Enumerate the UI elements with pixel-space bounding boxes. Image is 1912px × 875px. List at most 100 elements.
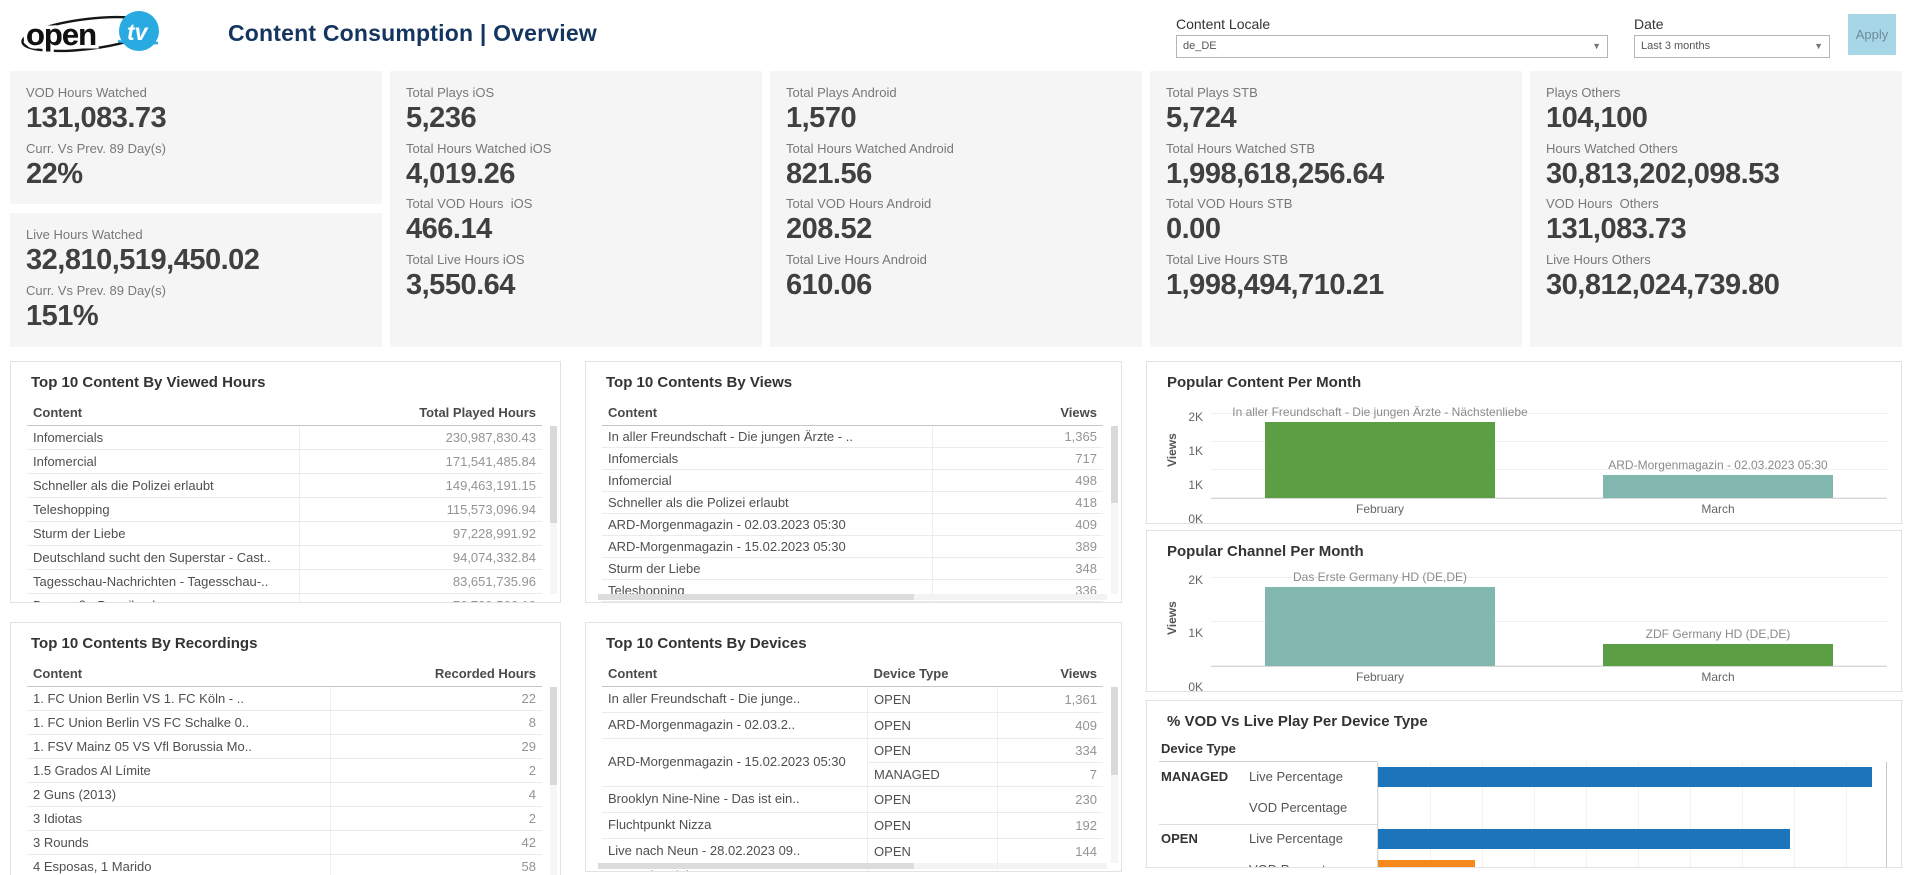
column-header[interactable]: Content bbox=[27, 661, 331, 687]
date-select[interactable]: Last 3 months ▼ bbox=[1634, 35, 1830, 58]
value-cell: 8 bbox=[331, 711, 542, 735]
column-header[interactable]: Views bbox=[933, 400, 1103, 426]
kpi-row: VOD Hours Watched131,083.73Curr. Vs Prev… bbox=[10, 71, 1902, 344]
column-header[interactable]: Recorded Hours bbox=[331, 661, 542, 687]
column-header[interactable]: Total Played Hours bbox=[300, 400, 542, 426]
scrollbar-thumb[interactable] bbox=[598, 863, 914, 869]
kpi-value: 821.56 bbox=[786, 156, 1126, 194]
bar[interactable] bbox=[1378, 767, 1872, 787]
widgets-grid: Top 10 Content By Viewed Hours ContentTo… bbox=[10, 361, 1902, 875]
content-cell: Sturm der Liebe bbox=[27, 522, 300, 546]
value-cell: 498 bbox=[933, 470, 1103, 492]
content-locale-select[interactable]: de_DE ▼ bbox=[1176, 35, 1608, 58]
kpi-label: Plays Others bbox=[1546, 85, 1886, 100]
vertical-scrollbar[interactable] bbox=[1111, 687, 1118, 863]
vertical-scrollbar[interactable] bbox=[550, 426, 557, 594]
kpi-label: Hours Watched Others bbox=[1546, 141, 1886, 156]
date-filter: Date Last 3 months ▼ bbox=[1634, 16, 1830, 58]
bar-area bbox=[1377, 855, 1887, 868]
plot-area: Das Erste Germany HD (DE,DE)ZDF Germany … bbox=[1211, 569, 1887, 687]
value-cell: 230,987,830.43 bbox=[300, 426, 542, 450]
value-cell: 348 bbox=[933, 558, 1103, 580]
widget-title: Top 10 Contents By Devices bbox=[606, 635, 1109, 652]
table-row: Teleshopping115,573,096.94 bbox=[27, 498, 542, 522]
viewed-hours-table: ContentTotal Played HoursInfomercials230… bbox=[27, 400, 542, 603]
content-cell: 4 Esposas, 1 Marido bbox=[27, 855, 331, 875]
apply-button[interactable]: Apply bbox=[1848, 14, 1896, 55]
scrollbar-thumb[interactable] bbox=[550, 687, 557, 785]
kpi-value: 151% bbox=[26, 298, 366, 336]
views-cell: 334 bbox=[998, 738, 1103, 762]
kpi-value: 5,236 bbox=[406, 100, 746, 138]
scrollbar-thumb[interactable] bbox=[1111, 687, 1118, 775]
kpi-label: Curr. Vs Prev. 89 Day(s) bbox=[26, 283, 366, 298]
bar[interactable] bbox=[1265, 422, 1495, 498]
content-cell: 1. FC Union Berlin VS FC Schalke 0.. bbox=[27, 711, 331, 735]
kpi-label: Total Plays Android bbox=[786, 85, 1126, 100]
scrollbar-thumb[interactable] bbox=[550, 426, 557, 523]
value-cell: 42 bbox=[331, 831, 542, 855]
chart-row: VOD Percentage bbox=[1159, 855, 1887, 868]
views-cell: 144 bbox=[998, 838, 1103, 864]
column-header[interactable]: Content bbox=[602, 400, 933, 426]
column-header[interactable]: Content bbox=[602, 661, 868, 687]
value-cell: 389 bbox=[933, 536, 1103, 558]
kpi-label: Live Hours Watched bbox=[26, 227, 366, 242]
panel-vod-vs-live: % VOD Vs Live Play Per Device Type Devic… bbox=[1146, 700, 1902, 868]
hbar-plot: MANAGEDLive PercentageVOD PercentageOPEN… bbox=[1159, 762, 1887, 868]
kpi-value: 22% bbox=[26, 156, 366, 194]
bar[interactable] bbox=[1265, 587, 1495, 666]
bar-slots: Das Erste Germany HD (DE,DE)ZDF Germany … bbox=[1211, 569, 1887, 666]
value-cell: 171,541,485.84 bbox=[300, 450, 542, 474]
svg-text:tv: tv bbox=[127, 19, 149, 45]
value-cell: 1,365 bbox=[933, 426, 1103, 448]
kpi-value: 0.00 bbox=[1166, 211, 1506, 249]
table-row: Infomercial498 bbox=[602, 470, 1103, 492]
x-axis: FebruaryMarch bbox=[1211, 667, 1887, 687]
panel-viewed-hours: Top 10 Content By Viewed Hours ContentTo… bbox=[10, 361, 561, 603]
kpi-card: Live Hours Watched32,810,519,450.02Curr.… bbox=[10, 213, 382, 346]
kpi-value: 1,998,618,256.64 bbox=[1166, 156, 1506, 194]
kpi-value: 131,083.73 bbox=[1546, 211, 1886, 249]
bar[interactable] bbox=[1378, 829, 1790, 849]
widget-title: Top 10 Contents By Recordings bbox=[31, 635, 548, 652]
column-header[interactable]: Content bbox=[27, 400, 300, 426]
y-axis: Views0K1K2K bbox=[1159, 569, 1211, 687]
bar-area bbox=[1377, 824, 1887, 855]
kpi-label: Total Live Hours STB bbox=[1166, 252, 1506, 267]
kpi-label: Total Live Hours Android bbox=[786, 252, 1126, 267]
table-row: Brooklyn Nine-Nine - Das ist ein..OPEN23… bbox=[602, 786, 1103, 812]
group-label bbox=[1159, 793, 1249, 824]
views-cell: 230 bbox=[998, 786, 1103, 812]
recordings-table: ContentRecorded Hours1. FC Union Berlin … bbox=[27, 661, 542, 875]
table-row: Schneller als die Polizei erlaubt418 bbox=[602, 492, 1103, 514]
value-cell: 717 bbox=[933, 448, 1103, 470]
value-cell: 94,074,332.84 bbox=[300, 546, 542, 570]
vertical-scrollbar[interactable] bbox=[550, 687, 557, 875]
scrollbar-thumb[interactable] bbox=[598, 594, 914, 600]
content-cell: 1. FC Union Berlin VS 1. FC Köln - .. bbox=[27, 687, 331, 711]
table-row: In aller Freundschaft - Die jungen Ärzte… bbox=[602, 426, 1103, 448]
value-cell: 97,228,991.92 bbox=[300, 522, 542, 546]
bar[interactable] bbox=[1603, 475, 1833, 498]
scrollbar-thumb[interactable] bbox=[1111, 426, 1118, 503]
column-header[interactable]: Views bbox=[998, 661, 1103, 687]
vertical-scrollbar[interactable] bbox=[1111, 426, 1118, 594]
plot-area: In aller Freundschaft - Die jungen Ärzte… bbox=[1211, 400, 1887, 519]
content-cell: 3 Idiotas bbox=[27, 807, 331, 831]
bar[interactable] bbox=[1603, 644, 1833, 666]
bar[interactable] bbox=[1378, 860, 1475, 868]
column-header[interactable]: Device Type bbox=[868, 661, 998, 687]
table-row: ARD-Morgenmagazin - 02.03.2..OPEN409 bbox=[602, 712, 1103, 738]
table-row: 3 Idiotas2 bbox=[27, 807, 542, 831]
kpi-label: Total Live Hours iOS bbox=[406, 252, 746, 267]
widget-title: Top 10 Contents By Views bbox=[606, 374, 1109, 391]
table-row: 1.5 Grados Al Límite2 bbox=[27, 759, 542, 783]
horizontal-scrollbar[interactable] bbox=[598, 594, 1107, 600]
value-cell: 22 bbox=[331, 687, 542, 711]
kpi-label: Total Plays iOS bbox=[406, 85, 746, 100]
bar-value-label: ZDF Germany HD (DE,DE) bbox=[1646, 627, 1791, 641]
y-tick-label: 2K bbox=[1188, 573, 1203, 587]
content-cell: Das große Promibacken bbox=[27, 594, 300, 604]
horizontal-scrollbar[interactable] bbox=[598, 863, 1107, 869]
